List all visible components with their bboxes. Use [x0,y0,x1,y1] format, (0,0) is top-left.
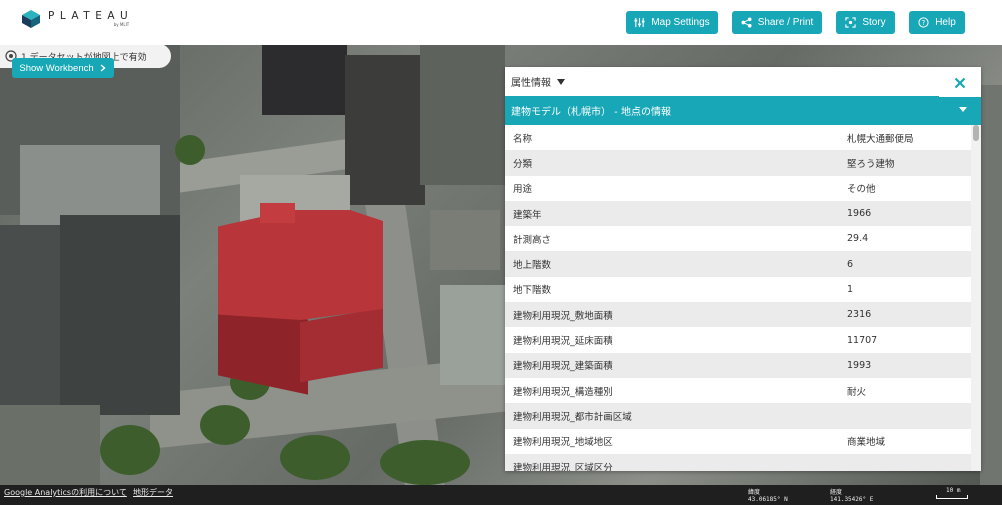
attribute-value: 29.4 [847,233,869,245]
latitude-value: 43.06185° N [748,496,788,503]
attribute-row: 建物利用現況_建築面積 1993 [505,352,971,378]
attribute-value: 商業地域 [847,437,886,449]
logo-text: PLATEAU [48,9,134,22]
attribute-key: 建物利用現況_構造種別 [513,386,613,398]
map-tree [380,440,470,485]
map-building [345,55,425,205]
sliders-icon [634,17,645,28]
attribute-row: 建物利用現況_構造種別 耐火 [505,378,971,403]
attribute-key: 用途 [513,184,533,196]
help-button[interactable]: ? Help [909,11,965,34]
attribute-row: 建物利用現況_地域地区 商業地域 [505,429,971,454]
logo-subtext: by MLIT [113,22,130,28]
attribute-value: 札幌大通郵便局 [847,133,914,145]
attribute-key: 名称 [513,133,533,145]
close-icon [954,77,966,88]
help-icon: ? [918,17,929,28]
close-panel-button[interactable] [939,68,981,97]
attribute-row: 建築年 1966 [505,200,971,227]
share-icon [741,17,752,28]
feature-info-panel: 属性情報 建物モデル（札幌市） - 地点の情報 名称 札幌大通郵便局分類 堅ろう建物… [505,67,981,471]
attribute-value: 11707 [847,334,878,346]
feature-section-header[interactable]: 建物モデル（札幌市） - 地点の情報 [505,96,981,125]
map-tree [200,405,250,445]
scale-label: 10 m [946,487,961,494]
attribute-row: 計測高さ 29.4 [505,226,971,251]
section-collapse-icon [959,107,967,112]
feature-info-header[interactable]: 属性情報 [505,67,981,96]
attribute-value: 1993 [847,359,872,371]
attribute-value: 堅ろう建物 [847,158,895,170]
attribute-key: 分類 [513,158,533,170]
map-building [980,85,1002,485]
map-settings-button[interactable]: Map Settings [626,11,718,34]
caret-down-icon [557,78,565,85]
scrollbar-thumb[interactable] [973,125,979,141]
attribute-row: 地上階数 6 [505,251,971,277]
attribute-key: 建物利用現況_延床面積 [513,336,613,348]
app-header: PLATEAU by MLIT Map Settings Share / Pri… [0,0,1002,45]
latitude-readout: 緯度 43.06185° N [748,489,788,503]
attribute-row: 用途 その他 [505,176,971,201]
chevron-right-icon [100,64,106,72]
share-print-button[interactable]: Share / Print [732,11,822,34]
panel-scrollbar[interactable] [971,125,981,471]
map-building [262,45,347,115]
svg-text:?: ? [922,19,926,27]
attribute-row: 名称 札幌大通郵便局 [505,125,971,150]
show-workbench-label: Show Workbench [19,62,94,74]
selected-building-roof [218,210,383,320]
attribute-key: 建築年 [513,209,542,221]
selected-building-roof [260,203,295,223]
feature-info-title: 属性情報 [511,78,551,89]
share-print-label: Share / Print [757,17,814,28]
attribute-row: 建物利用現況_区域区分 [505,453,971,472]
terrain-data-link[interactable]: 地形データ [133,487,173,498]
map-building [0,405,100,485]
map-building [420,45,505,185]
attribute-value: 1 [847,283,854,295]
latitude-label: 緯度 [748,489,761,496]
story-label: Story [862,17,886,28]
map-tree [175,135,205,165]
status-bar: Google Analyticsの利用について 地形データ 緯度 43.0618… [0,485,1002,505]
help-label: Help [935,17,956,28]
story-icon [845,17,856,28]
attribute-value: 2316 [847,309,872,321]
attribute-value: その他 [847,184,876,196]
map-tree [280,435,350,480]
map-building [440,285,505,385]
map-settings-label: Map Settings [651,17,710,28]
attribute-table[interactable]: 名称 札幌大通郵便局分類 堅ろう建物用途 その他建築年 1966 計測高さ 29.4 地上階数… [505,125,971,471]
feature-section-title: 建物モデル（札幌市） - 地点の情報 [511,107,671,118]
attribute-key: 地下階数 [513,285,552,297]
map-tree [100,425,160,475]
attribute-value: 耐火 [847,386,867,398]
map-building [430,210,500,270]
attribute-row: 地下階数 1 [505,277,971,302]
scale-bar [936,495,968,499]
plateau-logo[interactable]: PLATEAU by MLIT [22,10,133,28]
attribute-value: 6 [847,258,854,270]
attribute-key: 計測高さ [513,234,552,246]
attribute-key: 地上階数 [513,260,552,272]
attribute-key: 建物利用現況_地域地区 [513,437,613,449]
attribute-key: 建物利用現況_都市計画区域 [513,411,632,423]
attribute-key: 建物利用現況_建築面積 [513,361,613,373]
longitude-label: 経度 [830,489,843,496]
show-workbench-button[interactable]: Show Workbench [12,58,114,78]
attribute-row: 建物利用現況_延床面積 11707 [505,327,971,352]
longitude-value: 141.35426° E [830,496,874,503]
attribute-key: 建物利用現況_区域区分 [513,462,613,472]
plateau-logo-icon [22,10,40,28]
attribute-row: 分類 堅ろう建物 [505,150,971,176]
longitude-readout: 経度 141.35426° E [830,489,873,503]
attribute-value: 1966 [847,208,872,220]
attribute-row: 建物利用現況_敷地面積 2316 [505,302,971,328]
attribute-row: 建物利用現況_都市計画区域 [505,403,971,429]
story-button[interactable]: Story [836,11,895,34]
analytics-link[interactable]: Google Analyticsの利用について [4,487,127,498]
attribute-key: 建物利用現況_敷地面積 [513,310,613,322]
map-building [60,215,180,415]
